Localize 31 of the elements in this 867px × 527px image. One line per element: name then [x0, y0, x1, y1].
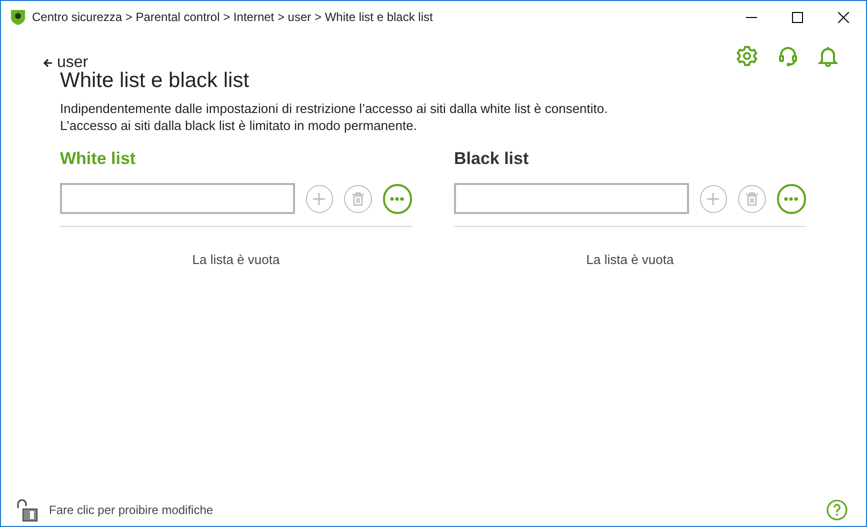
app-logo-icon: [9, 8, 27, 26]
unlocked-padlock-icon[interactable]: [15, 498, 39, 522]
more-options-button[interactable]: [776, 184, 806, 214]
window-title: Centro sicurezza > Parental control > Internet > user > White list e black list: [32, 9, 433, 26]
empty-list-text: La lista è vuota: [586, 251, 674, 269]
settings-icon[interactable]: [736, 45, 758, 67]
list-title[interactable]: Black list: [454, 148, 806, 170]
help-icon[interactable]: [826, 499, 848, 521]
maximize-icon: [792, 12, 802, 22]
minimize-icon: [746, 16, 756, 18]
lock-hint-text[interactable]: Fare clic per proibire modifiche: [49, 501, 214, 519]
ellipsis-icon: [784, 196, 798, 200]
add-button[interactable]: [700, 184, 727, 212]
empty-list-text: La lista è vuota: [192, 251, 280, 269]
more-options-button[interactable]: [382, 184, 412, 214]
trash-icon: [746, 192, 758, 206]
page-heading: White list e black list: [60, 68, 250, 94]
back-arrow-icon: [43, 58, 53, 68]
close-icon: [838, 12, 848, 22]
headset-icon[interactable]: [777, 45, 799, 67]
add-button[interactable]: [306, 184, 333, 212]
description-text: Indipendentemente dalle impostazioni di restrizione l’accesso ai siti dalla white list è consentito. L’accesso ai siti dalla black list è limitato in modo permanente.: [60, 100, 609, 134]
trash-icon: [352, 192, 364, 206]
address-input-field[interactable]: [454, 183, 688, 214]
delete-button[interactable]: [738, 184, 766, 212]
address-input-field[interactable]: [60, 183, 294, 214]
ellipsis-icon: [390, 196, 404, 200]
notification-bell-icon[interactable]: [818, 45, 838, 67]
plus-icon: [313, 192, 326, 204]
plus-icon: [707, 192, 720, 204]
delete-button[interactable]: [344, 184, 372, 212]
